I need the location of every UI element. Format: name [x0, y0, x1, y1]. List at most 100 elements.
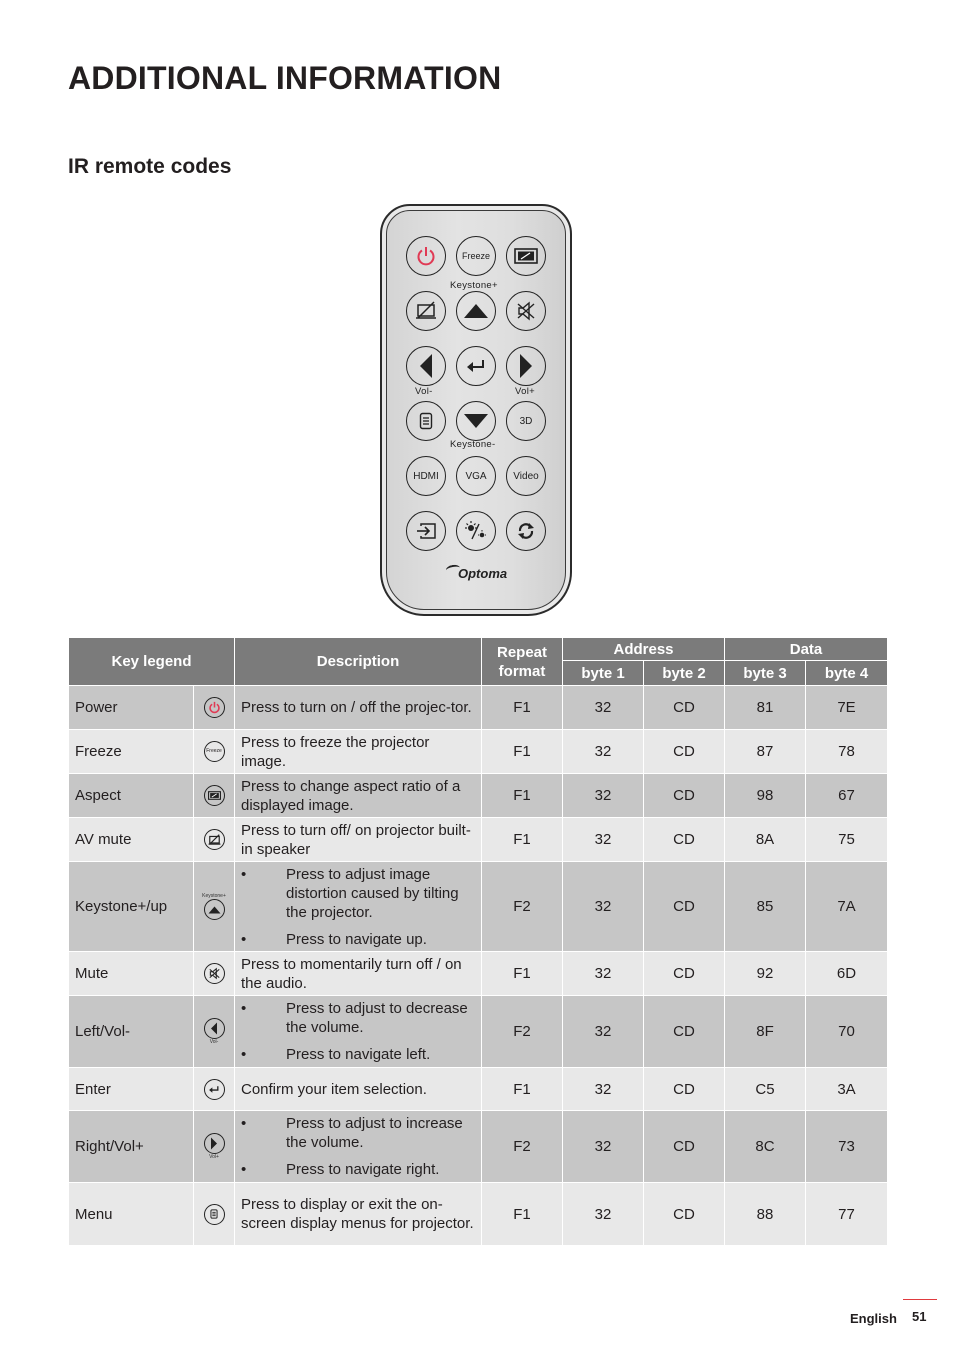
byte2: CD [643, 773, 725, 818]
menu-icon [203, 1203, 225, 1225]
byte4: 75 [804, 817, 889, 862]
remote-brightness-button[interactable] [456, 511, 496, 551]
remote-right-vol-plus-button[interactable] [506, 346, 546, 386]
repeat-format: F1 [481, 817, 563, 862]
footer-language: English [850, 1311, 897, 1326]
remote-hdmi-button[interactable]: HDMI [406, 456, 446, 496]
remote-keystone-up-button[interactable] [456, 291, 496, 331]
key-description: Press to turn off/ on projector built-in… [234, 817, 482, 862]
bullet-item: Press to navigate up. [241, 930, 475, 949]
keystone-minus-label: Keystone- [450, 439, 496, 450]
triangle-down-icon [464, 414, 488, 428]
brand-logo: Optoma [458, 566, 508, 581]
ir-codes-table: Key legend Description Repeat format Add… [68, 637, 889, 1246]
byte3: 8C [724, 1110, 806, 1183]
byte2: CD [643, 951, 725, 996]
key-name: Enter [68, 1067, 194, 1111]
key-description: Press to momentarily turn off / on the a… [234, 951, 482, 996]
brightness-icon [465, 521, 486, 540]
remote-av-mute-button[interactable] [406, 291, 446, 331]
header-address: Address [562, 637, 725, 661]
byte3: 81 [724, 685, 806, 730]
byte3: 87 [724, 729, 806, 774]
menu-icon [419, 412, 433, 430]
header-byte1: byte 1 [562, 660, 644, 686]
av-mute-icon [416, 301, 436, 319]
bullet-item: Press to adjust to increase the volume. [241, 1114, 475, 1152]
byte1: 32 [562, 1182, 644, 1246]
speaker-mute-icon [203, 963, 225, 984]
bullet-item: Press to adjust image distortion caused … [241, 865, 475, 922]
remote-freeze-button[interactable]: Freeze [456, 236, 496, 276]
freeze-icon: Freeze [203, 741, 225, 762]
repeat-format: F1 [481, 685, 563, 730]
table-row: Right/Vol+ Vol+ Press to adjust to incre… [68, 1110, 889, 1183]
speaker-mute-icon [517, 301, 535, 321]
remote-menu-button[interactable] [406, 401, 446, 441]
key-name: Keystone+/up [68, 861, 194, 952]
repeat-format: F2 [481, 995, 563, 1068]
remote-keystone-down-button[interactable] [456, 401, 496, 441]
vol-plus-label: Vol+ [515, 386, 535, 397]
repeat-format: F1 [481, 1182, 563, 1246]
remote-aspect-button[interactable] [506, 236, 546, 276]
byte3: C5 [724, 1067, 806, 1111]
byte1: 32 [562, 951, 644, 996]
footer-accent-line [903, 1299, 937, 1300]
power-icon [417, 247, 435, 266]
byte1: 32 [562, 1067, 644, 1111]
table-row: Menu Press to display or exit the on-scr… [68, 1182, 889, 1246]
vol-minus-label: Vol- [415, 386, 433, 397]
key-description: Press to change aspect ratio of a displa… [234, 773, 482, 818]
header-repeat-format: Repeat format [481, 637, 563, 686]
page-number: 51 [912, 1309, 927, 1324]
remote-vga-button[interactable]: VGA [456, 456, 496, 496]
aspect-ratio-icon [203, 785, 225, 806]
byte2: CD [643, 1067, 725, 1111]
key-description: Press to freeze the projector image. [234, 729, 482, 774]
table-row: Left/Vol- Vol- Press to adjust to decrea… [68, 995, 889, 1068]
key-name: Left/Vol- [68, 995, 194, 1068]
remote-power-button[interactable] [406, 236, 446, 276]
repeat-format: F1 [481, 729, 563, 774]
remote-mute-button[interactable] [506, 291, 546, 331]
repeat-format: F1 [481, 1067, 563, 1111]
key-description-bullets: Press to adjust to decrease the volume. … [241, 999, 475, 1064]
byte4: 77 [804, 1182, 889, 1246]
byte3: 8A [724, 817, 806, 862]
remote-left-vol-minus-button[interactable] [406, 346, 446, 386]
byte1: 32 [562, 861, 644, 952]
byte2: CD [643, 1110, 725, 1183]
header-byte2: byte 2 [643, 660, 725, 686]
remote-enter-button[interactable] [456, 346, 496, 386]
bullet-item: Press to navigate left. [241, 1045, 475, 1064]
byte1: 32 [562, 729, 644, 774]
byte4: 70 [804, 995, 889, 1068]
table-row: AV mute Press to turn off/ on projector … [68, 817, 889, 862]
remote-source-button[interactable] [406, 511, 446, 551]
source-icon [417, 523, 436, 539]
vol-plus-caption: Vol+ [209, 1154, 219, 1160]
byte2: CD [643, 861, 725, 952]
av-mute-icon [203, 829, 225, 850]
byte4: 78 [804, 729, 889, 774]
byte1: 32 [562, 685, 644, 730]
resync-icon [518, 523, 534, 539]
byte3: 88 [724, 1182, 806, 1246]
key-name: Freeze [68, 729, 194, 774]
header-data: Data [723, 637, 889, 661]
table-row: Enter Confirm your item selection. F1 32… [68, 1067, 889, 1111]
byte4: 7E [804, 685, 889, 730]
key-description: Confirm your item selection. [234, 1067, 482, 1111]
enter-icon [203, 1078, 225, 1100]
key-name: Power [68, 685, 194, 730]
remote-3d-button[interactable]: 3D [506, 401, 546, 441]
remote-resync-button[interactable] [506, 511, 546, 551]
byte1: 32 [562, 995, 644, 1068]
table-row: Keystone+/up Keystone+ Press to adjust i… [68, 861, 889, 952]
byte2: CD [643, 729, 725, 774]
repeat-format: F2 [481, 1110, 563, 1183]
remote-video-button[interactable]: Video [506, 456, 546, 496]
repeat-format: F2 [481, 861, 563, 952]
remote-control-illustration: Freeze Keystone+ Vol- Vol+ 3D Keystone- … [380, 204, 572, 616]
